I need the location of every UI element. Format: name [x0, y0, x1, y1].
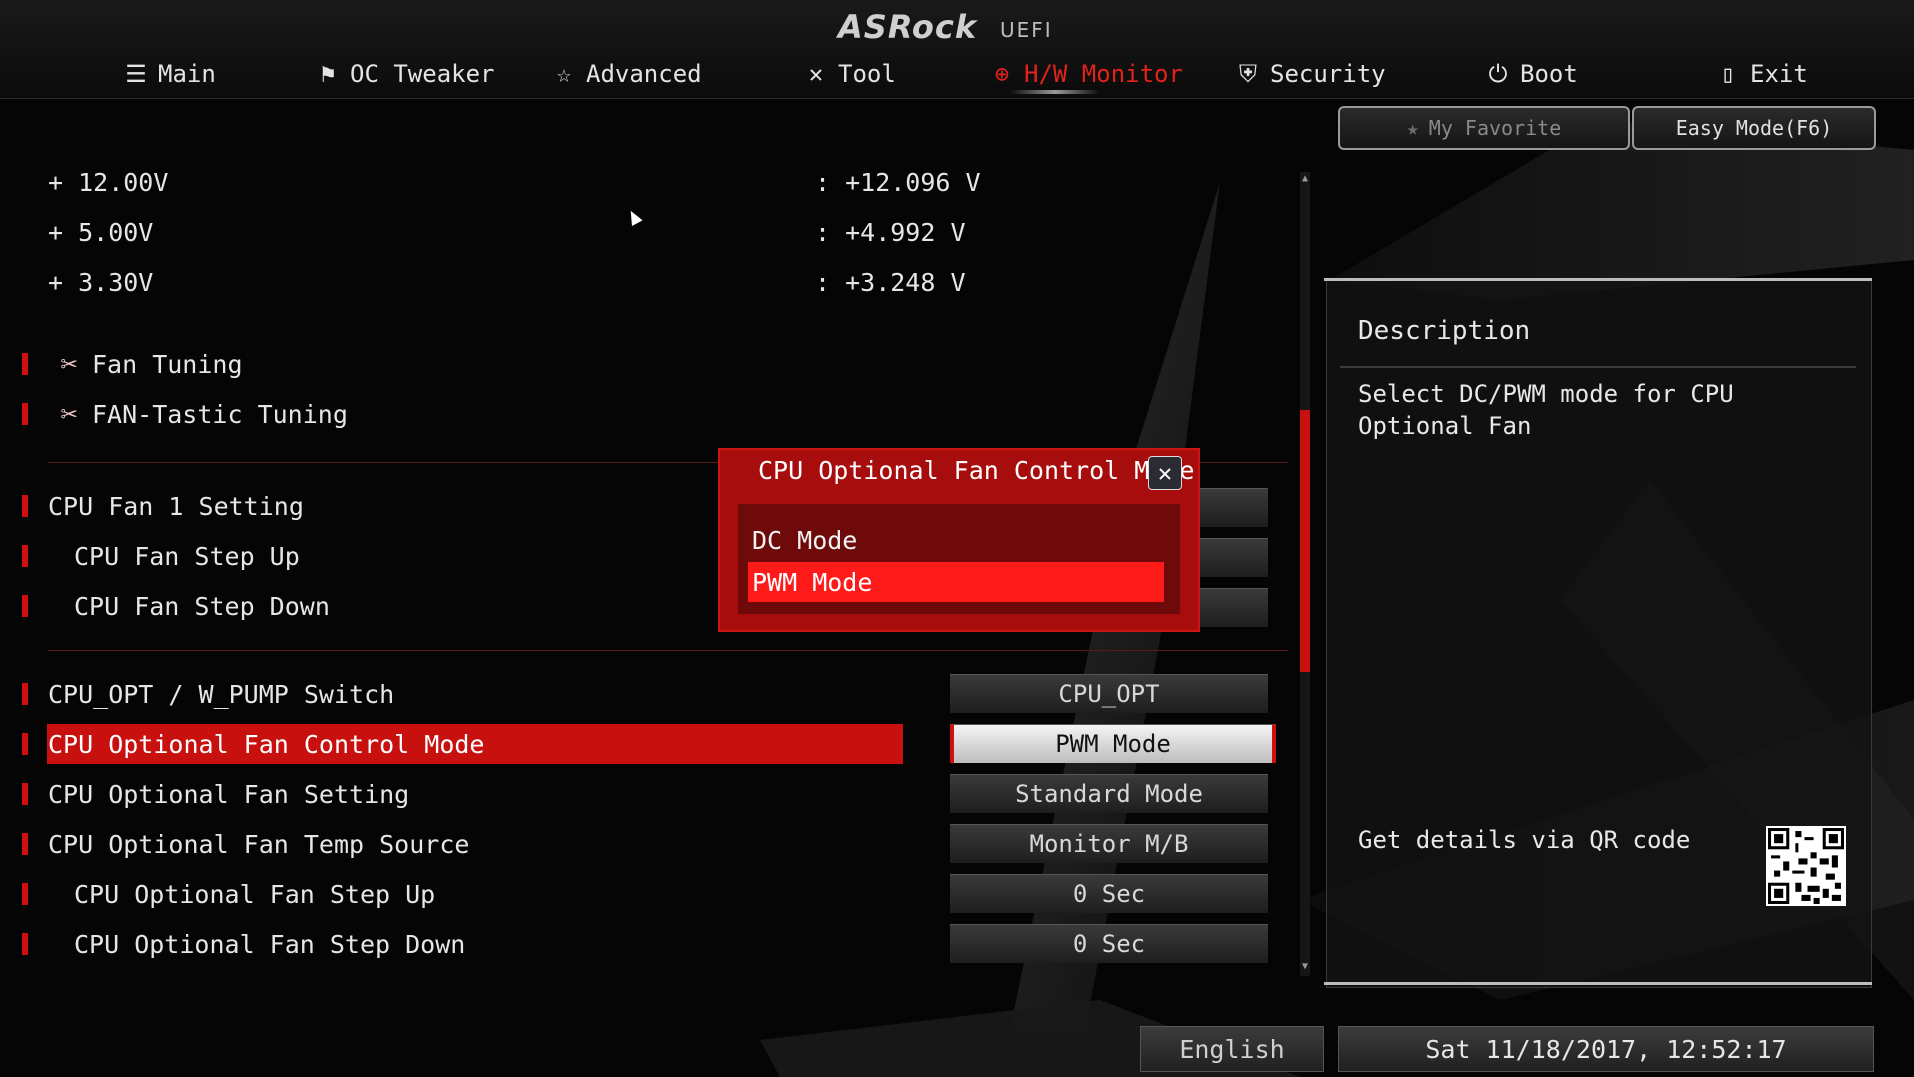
row-marker	[22, 883, 28, 905]
cpu-optional-fan-step-down[interactable]: CPU Optional Fan Step Down	[0, 926, 900, 962]
row-marker	[22, 833, 28, 855]
option-label: CPU_OPT / W_PUMP Switch	[48, 679, 395, 709]
row-marker	[22, 783, 28, 805]
cpu-optional-fan-control-mode[interactable]: CPU Optional Fan Control Mode	[0, 726, 900, 762]
tab-oc-tweaker[interactable]: ⚑ OC Tweaker	[314, 56, 495, 92]
row-marker	[22, 403, 28, 425]
uefi-label: UEFI	[1000, 18, 1053, 42]
fan-tuning-content: ✂ Fan Tuning	[52, 347, 243, 381]
tab-hw-monitor-label: H/W Monitor	[1024, 60, 1183, 88]
tab-hw-monitor[interactable]: ⊕ H/W Monitor	[988, 56, 1183, 92]
tab-security-label: Security	[1270, 60, 1386, 88]
row-marker	[22, 545, 28, 567]
fan-tuning-label: Fan Tuning	[92, 349, 243, 379]
voltage-label: + 5.00V	[48, 217, 154, 247]
cpu-fan-step-down-label: CPU Fan Step Down	[74, 591, 330, 621]
tab-security[interactable]: ⛨ Security	[1234, 56, 1386, 92]
close-icon[interactable]: ✕	[1148, 456, 1182, 490]
voltage-value: : +4.992 V	[815, 217, 966, 247]
popup-title: CPU Optional Fan Control Mode	[758, 456, 1195, 485]
tab-exit[interactable]: ▯ Exit	[1714, 56, 1808, 92]
cpu-fan-step-up-label: CPU Fan Step Up	[74, 541, 300, 571]
row-marker	[22, 353, 28, 375]
language-button[interactable]: English	[1140, 1026, 1324, 1072]
option-label: CPU Optional Fan Step Up	[74, 879, 436, 909]
mouse-cursor-icon	[625, 208, 643, 226]
cpu-optional-fan-step-up[interactable]: CPU Optional Fan Step Up	[0, 876, 900, 912]
tab-advanced[interactable]: ☆ Advanced	[550, 56, 702, 92]
row-marker	[22, 683, 28, 705]
tab-oc-tweaker-label: OC Tweaker	[350, 60, 495, 88]
tab-main[interactable]: ☰ Main	[122, 56, 216, 92]
cpu-fan-step-up[interactable]: CPU Fan Step Up	[0, 538, 700, 574]
rocket-icon: ⚑	[320, 60, 336, 88]
cpu-optional-fan-temp-source-value[interactable]: Monitor M/B	[950, 824, 1268, 863]
scrollbar-thumb[interactable]	[1300, 410, 1310, 672]
option-label: CPU Optional Fan Step Down	[74, 929, 466, 959]
row-marker	[22, 495, 28, 517]
tools-icon: ✂	[60, 397, 78, 430]
cpu-fan-1-setting-label: CPU Fan 1 Setting	[48, 491, 304, 521]
panel-frame-bottom	[1324, 982, 1872, 995]
tab-boot-label: Boot	[1520, 60, 1578, 88]
list-icon: ☰	[125, 60, 147, 88]
exit-door-icon: ▯	[1720, 60, 1736, 88]
main-nav: ☰ Main ⚑ OC Tweaker ☆ Advanced ✕ Tool ⊕ …	[0, 56, 1914, 92]
my-favorite-button[interactable]: ★ My Favorite	[1338, 106, 1630, 150]
description-title: Description	[1358, 316, 1531, 346]
fan-tuning-item[interactable]: ✂ Fan Tuning	[0, 346, 500, 382]
star-icon: ★	[1406, 116, 1419, 140]
option-label: CPU Optional Fan Temp Source	[48, 829, 470, 859]
tab-tool[interactable]: ✕ Tool	[802, 56, 896, 92]
datetime-display: Sat 11/18/2017, 12:52:17	[1338, 1026, 1874, 1072]
cpu-optional-fan-setting[interactable]: CPU Optional Fan Setting	[0, 776, 900, 812]
option-label: CPU Optional Fan Setting	[48, 779, 410, 809]
tab-boot[interactable]: ⏻ Boot	[1484, 56, 1578, 92]
voltage-label: + 3.30V	[48, 267, 154, 297]
my-favorite-label: My Favorite	[1428, 116, 1562, 140]
monitor-gauge-icon: ⊕	[994, 60, 1010, 88]
scroll-down-arrow-icon[interactable]: ▼	[1298, 960, 1312, 974]
voltage-label: + 12.00V	[48, 167, 169, 197]
row-marker	[22, 933, 28, 955]
row-marker	[22, 595, 28, 617]
popup-option-pwm-mode[interactable]: PWM Mode	[748, 562, 1164, 602]
cpu-optional-fan-setting-value[interactable]: Standard Mode	[950, 774, 1268, 813]
fan-tastic-tuning-item[interactable]: ✂ FAN-Tastic Tuning	[0, 396, 500, 432]
fan-tastic-content: ✂ FAN-Tastic Tuning	[52, 397, 348, 431]
star-icon: ☆	[556, 60, 572, 88]
divider	[1340, 366, 1856, 368]
easy-mode-button[interactable]: Easy Mode(F6)	[1632, 106, 1876, 150]
tab-exit-label: Exit	[1750, 60, 1808, 88]
popup-option-dc-mode[interactable]: DC Mode	[748, 520, 1164, 560]
voltage-value: : +3.248 V	[815, 267, 966, 297]
qr-code-icon	[1766, 826, 1846, 906]
voltage-value: : +12.096 V	[815, 167, 981, 197]
cpu-optional-fan-control-value[interactable]: PWM Mode	[950, 724, 1276, 763]
cpu-opt-wpump-value[interactable]: CPU_OPT	[950, 674, 1268, 713]
brand-logo: ASRock	[838, 8, 978, 46]
divider	[48, 650, 1288, 651]
power-icon: ⏻	[1488, 60, 1508, 88]
tools-icon: ✕	[808, 60, 824, 88]
cpu-fan-1-setting[interactable]: CPU Fan 1 Setting	[0, 488, 700, 524]
active-tab-indicator	[1010, 90, 1100, 94]
row-marker	[22, 733, 28, 755]
tab-tool-label: Tool	[838, 60, 896, 88]
panel-frame-top	[1324, 278, 1872, 291]
tab-main-label: Main	[158, 60, 216, 88]
cpu-fan-step-down[interactable]: CPU Fan Step Down	[0, 588, 700, 624]
cpu-optional-fan-temp-source[interactable]: CPU Optional Fan Temp Source	[0, 826, 900, 862]
shield-icon: ⛨	[1239, 60, 1257, 88]
qr-label: Get details via QR code	[1358, 826, 1691, 854]
scroll-up-arrow-icon[interactable]: ▲	[1298, 172, 1312, 186]
option-label: CPU Optional Fan Control Mode	[48, 729, 485, 759]
cpu-opt-wpump-switch[interactable]: CPU_OPT / W_PUMP Switch	[0, 676, 900, 712]
cpu-optional-fan-step-up-value[interactable]: 0 Sec	[950, 874, 1268, 913]
fan-tastic-label: FAN-Tastic Tuning	[92, 399, 348, 429]
description-text: Select DC/PWM mode for CPU Optional Fan	[1358, 380, 1734, 440]
tab-advanced-label: Advanced	[586, 60, 702, 88]
cpu-optional-fan-step-down-value[interactable]: 0 Sec	[950, 924, 1268, 963]
tools-icon: ✂	[60, 347, 78, 380]
